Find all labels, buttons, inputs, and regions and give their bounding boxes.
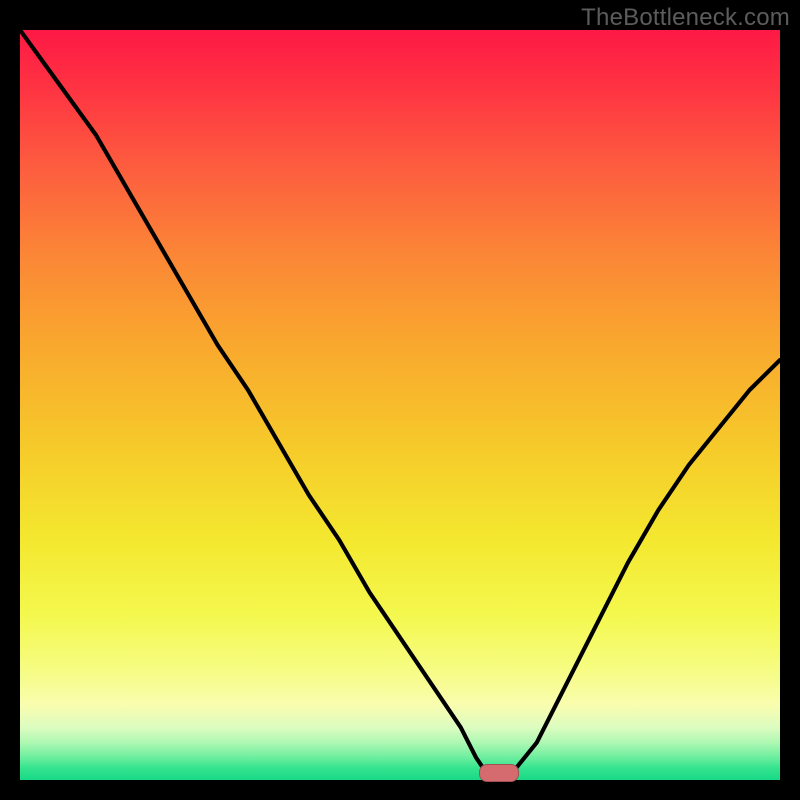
plot-area	[20, 30, 780, 780]
bottleneck-curve	[20, 30, 780, 780]
watermark-text: TheBottleneck.com	[581, 4, 790, 32]
optimal-marker	[479, 764, 519, 782]
chart-frame: TheBottleneck.com	[0, 0, 800, 800]
